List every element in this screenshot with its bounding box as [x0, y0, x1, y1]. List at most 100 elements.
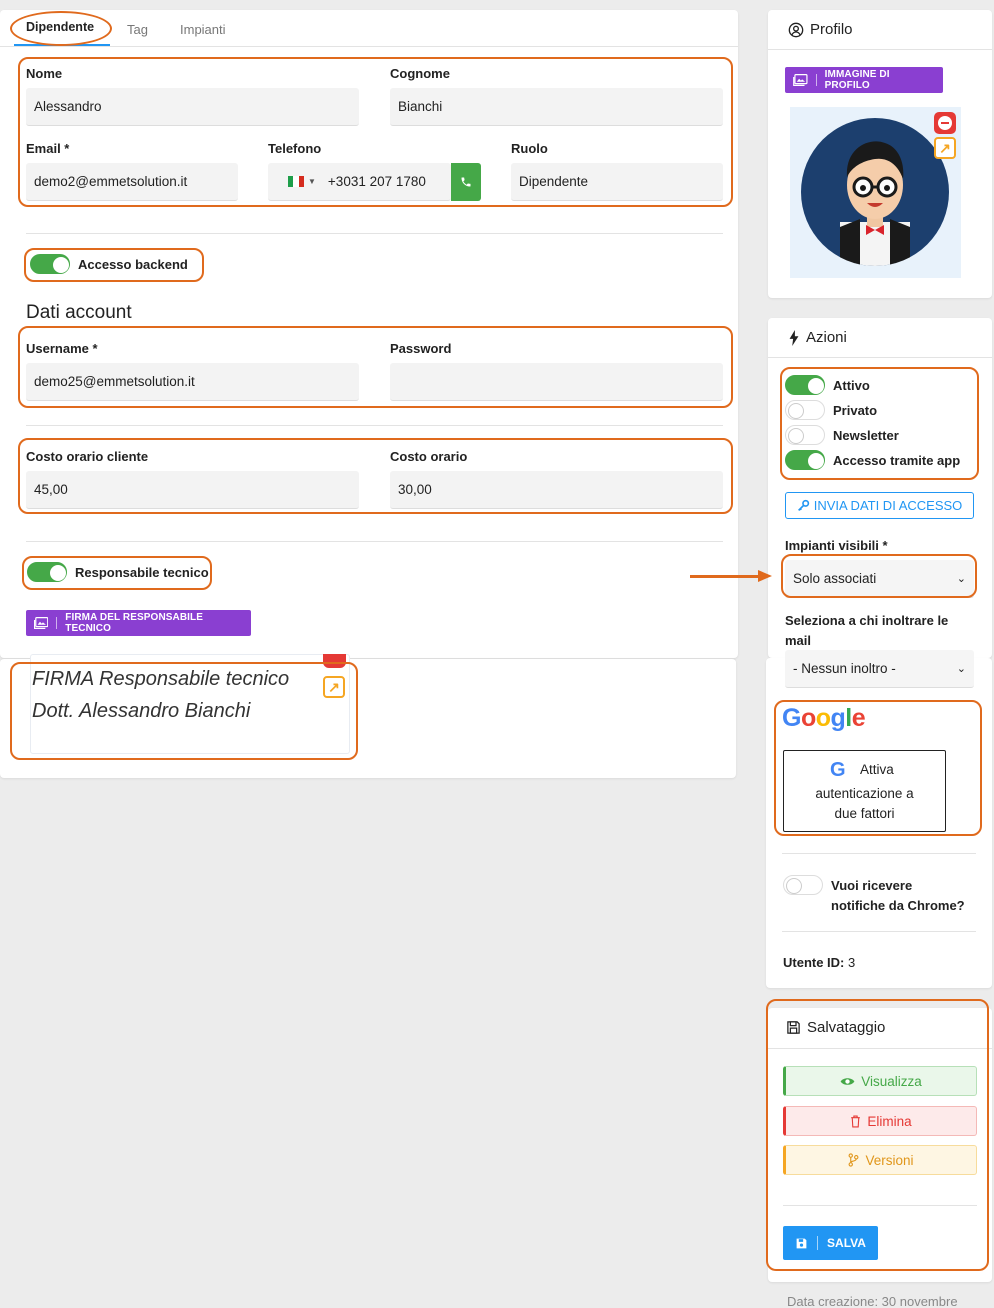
username-input[interactable]: demo25@emmetsolution.it [26, 363, 359, 401]
telefono-input[interactable]: ▼ +3031 207 1780 [268, 163, 451, 201]
profilo-title-text: Profilo [810, 21, 853, 38]
costo-orario-input[interactable]: 30,00 [390, 471, 723, 509]
firma-text-line1: FIRMA Responsabile tecnico [32, 668, 290, 690]
elimina-button[interactable]: Elimina [783, 1106, 977, 1136]
costo-cliente-label: Costo orario cliente [26, 449, 149, 464]
invia-dati-button[interactable]: INVIA DATI DI ACCESSO [785, 492, 974, 519]
invia-dati-label: INVIA DATI DI ACCESSO [813, 498, 963, 513]
versioni-label: Versioni [865, 1152, 914, 1168]
azioni-title: Azioni [788, 329, 847, 346]
key-icon [797, 499, 809, 511]
inoltro-label-1: Seleziona a chi inoltrare le [785, 613, 949, 628]
arrow-annotation-head [758, 570, 772, 582]
telefono-value: +3031 207 1780 [327, 174, 426, 189]
privato-toggle[interactable] [785, 400, 825, 420]
google-g-icon: G [830, 759, 846, 781]
inoltro-label-2: mail [785, 633, 812, 648]
chrome-notifiche-toggle[interactable] [783, 875, 823, 895]
cognome-label: Cognome [390, 66, 450, 81]
elimina-label: Elimina [867, 1113, 912, 1129]
accesso-app-label: Accesso tramite app [833, 453, 961, 468]
dati-account-title: Dati account [26, 302, 132, 323]
email-input[interactable]: demo2@emmetsolution.it [26, 163, 238, 201]
immagine-profilo-button[interactable]: IMMAGINE DI PROFILO [785, 67, 943, 93]
profilo-divider [768, 49, 992, 50]
azioni-card-top [768, 318, 992, 658]
salva-button[interactable]: SALVA [783, 1226, 878, 1260]
attivo-toggle[interactable] [785, 375, 825, 395]
nome-label: Nome [26, 66, 63, 81]
bolt-icon [789, 329, 799, 346]
cognome-input[interactable]: Bianchi [390, 88, 723, 126]
telefono-label: Telefono [268, 141, 322, 156]
remove-firma-icon[interactable] [323, 654, 346, 668]
salvataggio-title: Salvataggio [786, 1019, 885, 1036]
profilo-title: Profilo [788, 21, 853, 38]
azioni-divider-2 [782, 853, 976, 854]
caret-down-icon: ▼ [308, 177, 316, 186]
divider-2 [26, 425, 723, 426]
divider-3 [26, 541, 723, 542]
visualizza-label: Visualizza [861, 1073, 922, 1089]
inoltro-value: - Nessun inoltro - [793, 661, 896, 676]
password-label: Password [390, 341, 452, 356]
tab-impianti[interactable]: Impianti [180, 22, 226, 37]
accesso-backend-label: Accesso backend [78, 257, 188, 272]
image-icon [34, 617, 49, 629]
accesso-app-toggle[interactable] [785, 450, 825, 470]
salvataggio-title-text: Salvataggio [807, 1019, 886, 1036]
firma-button[interactable]: FIRMA DEL RESPONSABILE TECNICO [26, 610, 251, 636]
utente-id: Utente ID: 3 [783, 955, 855, 970]
twofa-line3: due fattori [834, 806, 895, 821]
azioni-divider [768, 357, 992, 358]
nome-input[interactable]: Alessandro [26, 88, 359, 126]
privato-label: Privato [833, 403, 878, 418]
italy-flag-icon[interactable] [288, 176, 304, 187]
salvataggio-divider-2 [783, 1205, 977, 1206]
email-label: Email * [26, 141, 70, 156]
ruolo-input[interactable]: Dipendente [511, 163, 723, 201]
visualizza-button[interactable]: Visualizza [783, 1066, 977, 1096]
chrome-line1: Vuoi ricevere [831, 878, 913, 893]
chevron-down-icon: ⌄ [956, 573, 966, 585]
tab-dipendente[interactable]: Dipendente [26, 20, 94, 34]
impianti-visibili-select[interactable]: Solo associati ⌄ [785, 560, 974, 598]
google-logo: Google [782, 704, 866, 732]
arrow-annotation-line [690, 575, 760, 578]
open-firma-icon[interactable]: ↗ [323, 676, 345, 698]
chevron-down-icon: ⌄ [956, 663, 966, 675]
attivo-label: Attivo [833, 378, 870, 393]
data-creazione: Data creazione: 30 novembre [787, 1294, 958, 1308]
azioni-title-text: Azioni [806, 329, 847, 346]
ruolo-label: Ruolo [511, 141, 548, 156]
salvataggio-divider [768, 1048, 992, 1049]
remove-avatar-icon[interactable] [934, 112, 956, 134]
accesso-backend-toggle[interactable] [30, 254, 70, 274]
versioni-button[interactable]: Versioni [783, 1145, 977, 1175]
utente-id-label: Utente ID: [783, 955, 845, 970]
costo-cliente-input[interactable]: 45,00 [26, 471, 359, 509]
tab-tag[interactable]: Tag [127, 22, 148, 37]
twofa-line1: Attiva [860, 762, 894, 777]
azioni-divider-3 [782, 931, 976, 932]
impianti-visibili-label: Impianti visibili * [785, 538, 888, 553]
newsletter-label: Newsletter [833, 428, 899, 443]
trash-icon [851, 1115, 861, 1127]
call-button[interactable] [451, 163, 481, 201]
impianti-visibili-value: Solo associati [793, 571, 877, 586]
user-circle-icon [788, 22, 804, 37]
immagine-profilo-label: IMMAGINE DI PROFILO [824, 69, 890, 91]
inoltro-select[interactable]: - Nessun inoltro - ⌄ [785, 650, 974, 688]
floppy-icon [787, 1021, 800, 1034]
newsletter-toggle[interactable] [785, 425, 825, 445]
password-input[interactable] [390, 363, 723, 401]
salva-label: SALVA [827, 1236, 866, 1250]
firma-button-label: FIRMA DEL RESPONSABILE TECNICO [65, 612, 204, 634]
chrome-line2: notifiche da Chrome? [831, 898, 965, 913]
responsabile-toggle[interactable] [27, 562, 67, 582]
utente-id-value: 3 [848, 955, 856, 970]
image-icon [793, 74, 808, 86]
phone-icon [461, 177, 471, 187]
open-avatar-icon[interactable]: ↗ [934, 137, 956, 159]
divider-1 [26, 233, 723, 234]
